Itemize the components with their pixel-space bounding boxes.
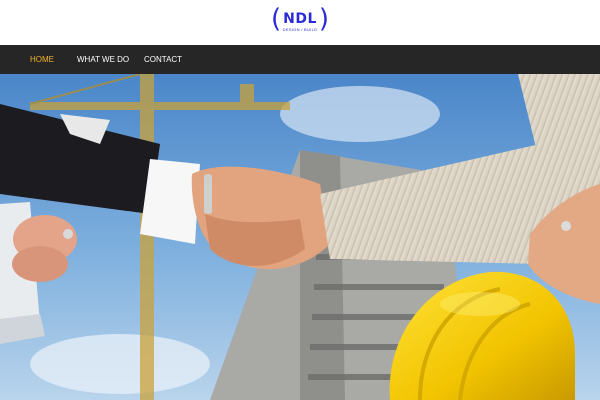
ndl-logo[interactable]: ( NDL DESIGN / BUILD ) [271, 4, 329, 35]
site-header: ( NDL DESIGN / BUILD ) [0, 0, 600, 45]
logo-text: NDL [283, 11, 317, 27]
logo-subtitle: DESIGN / BUILD [282, 27, 318, 32]
nav-item-contact[interactable]: CONTACT [144, 45, 182, 74]
handshake-construction-photo [0, 74, 600, 400]
hero-image [0, 74, 600, 400]
nav-item-what-we-do[interactable]: WHAT WE DO [77, 45, 129, 74]
logo-bracket-left: ( [271, 4, 282, 34]
logo-bracket-right: ) [318, 4, 329, 34]
main-nav: HOME WHAT WE DO CONTACT [0, 45, 600, 74]
nav-item-home[interactable]: HOME [30, 45, 54, 74]
